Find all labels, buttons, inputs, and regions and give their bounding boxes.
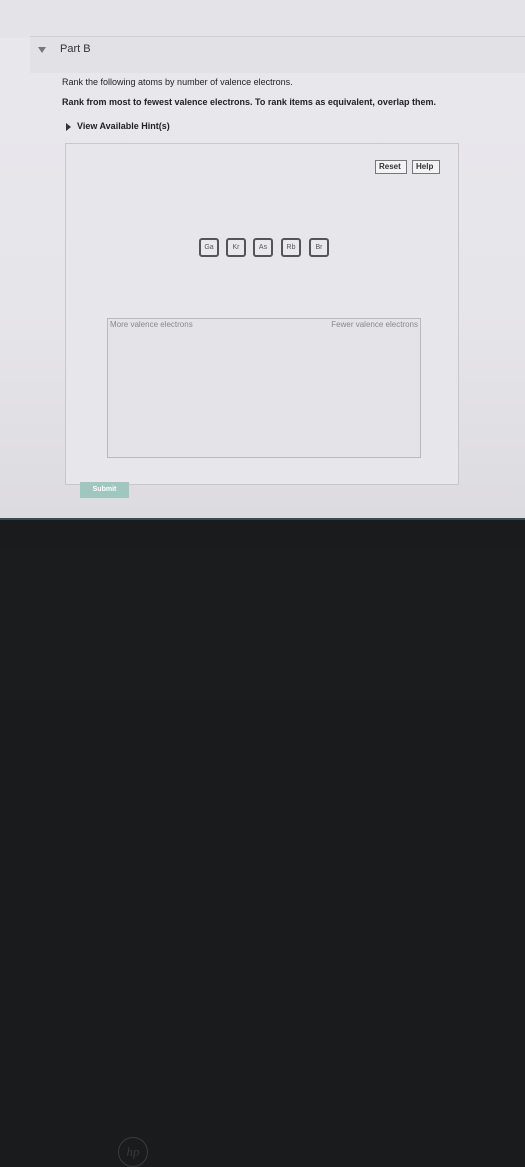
submit-button[interactable]: Submit <box>80 482 129 498</box>
reset-button[interactable]: Reset <box>375 160 407 174</box>
caret-right-icon[interactable] <box>66 123 71 131</box>
atom-tile-br[interactable]: Br <box>309 238 329 257</box>
more-valence-label: More valence electrons <box>110 320 193 329</box>
laptop-bezel: hp <box>0 550 525 1167</box>
atom-tile-ga[interactable]: Ga <box>199 238 219 257</box>
browser-viewport: Part B Rank the following atoms by numbe… <box>0 0 525 520</box>
atom-tile-as[interactable]: As <box>253 238 273 257</box>
collapse-caret-icon[interactable] <box>38 47 46 53</box>
top-strip <box>0 0 525 38</box>
fewer-valence-label: Fewer valence electrons <box>331 320 418 329</box>
instruction-bold-text: Rank from most to fewest valence electro… <box>62 97 436 107</box>
view-hints-link[interactable]: View Available Hint(s) <box>77 121 170 131</box>
instruction-text: Rank the following atoms by number of va… <box>62 77 293 87</box>
part-header[interactable]: Part B <box>30 36 525 73</box>
taskbar <box>0 518 525 520</box>
ranking-workspace: Reset Help Ga Kr As Rb Br More valence e… <box>65 143 459 485</box>
hp-logo: hp <box>118 1137 148 1167</box>
ranking-drop-zone[interactable]: More valence electrons Fewer valence ele… <box>107 318 421 458</box>
part-title: Part B <box>60 43 91 55</box>
atom-tile-kr[interactable]: Kr <box>226 238 246 257</box>
help-button[interactable]: Help <box>412 160 440 174</box>
atom-tile-rb[interactable]: Rb <box>281 238 301 257</box>
